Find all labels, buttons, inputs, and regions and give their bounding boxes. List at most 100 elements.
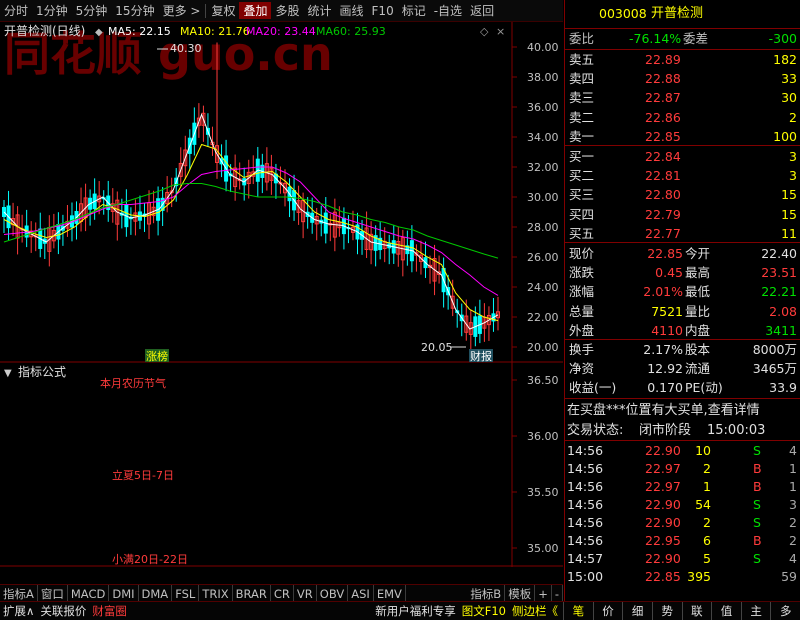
stat-value: 23.51 <box>761 265 797 281</box>
side-tab[interactable]: 笔 <box>563 602 593 620</box>
tick-count: 2 <box>789 515 797 530</box>
tick-row: 14:56 22.90 2 S 2 <box>565 513 800 532</box>
indicator-tab[interactable]: 模板 <box>505 585 536 602</box>
indicator-tab[interactable]: BRAR <box>233 585 271 602</box>
tick-count: 1 <box>789 461 797 476</box>
tick-count: 59 <box>781 569 797 584</box>
indicator-tab[interactable]: VR <box>294 585 317 602</box>
tb-fuquan[interactable]: 复权 <box>207 2 239 19</box>
fund-label: 股本 <box>685 342 711 357</box>
tb-5min[interactable]: 5分钟 <box>72 2 112 19</box>
tick-row: 14:57 22.90 5 S 4 <box>565 549 800 568</box>
quote-header: 003008 开普检测 <box>565 4 800 23</box>
bottom-related[interactable]: 关联报价 <box>37 602 89 620</box>
y-tick-label: 32.00 <box>527 161 559 174</box>
tick-price: 22.95 <box>645 533 681 548</box>
indicator-tab[interactable]: OBV <box>317 585 349 602</box>
tb-tongji[interactable]: 统计 <box>304 2 336 19</box>
indicator-tab[interactable]: DMI <box>109 585 139 602</box>
kline-chart[interactable]: 同花顺 guo.cn 开普检测(日线) ◆ MA5: 22.15 MA10: 2… <box>0 22 563 567</box>
indicator-title[interactable]: 指标公式 <box>18 364 66 379</box>
indicator-tab[interactable]: MACD <box>68 585 110 602</box>
y-tick-label: 24.00 <box>527 281 559 294</box>
y-tick-label: 40.00 <box>527 41 559 54</box>
indicator-tab[interactable]: DMA <box>139 585 173 602</box>
bottom-wealth[interactable]: 财富圈 <box>89 602 130 620</box>
side-tab[interactable]: 多 <box>770 602 800 620</box>
stat-value: 7521 <box>651 303 683 319</box>
buy-level[interactable]: 买二 22.81 3 <box>565 166 800 185</box>
tb-duogu[interactable]: 多股 <box>271 2 303 19</box>
tb-biaoji[interactable]: 标记 <box>398 2 430 19</box>
sell-level[interactable]: 卖一 22.85 100 <box>565 127 800 146</box>
stock-code[interactable]: 003008 <box>599 4 647 23</box>
sell-level[interactable]: 卖五 22.89 182 <box>565 50 800 69</box>
indicator-tab[interactable]: - <box>552 585 563 602</box>
side-tab[interactable]: 联 <box>681 602 712 620</box>
stat-value: 22.21 <box>761 284 797 300</box>
collapse-icon[interactable]: ▼ <box>4 368 12 379</box>
tb-back[interactable]: 返回 <box>466 2 498 19</box>
buy-level[interactable]: 买四 22.79 15 <box>565 205 800 224</box>
tb-diejia[interactable]: 叠加 <box>239 2 272 19</box>
weicha-label: 委差 <box>683 31 709 46</box>
indicator-tab[interactable]: EMV <box>374 585 406 602</box>
tb-1min[interactable]: 1分钟 <box>32 2 72 19</box>
tick-time: 15:00 <box>567 569 604 584</box>
side-tab[interactable]: 值 <box>711 602 741 620</box>
bottom-f10[interactable]: 图文F10 <box>459 602 509 620</box>
tb-fenshi[interactable]: 分时 <box>0 2 32 19</box>
stat-label: 总量 <box>569 303 595 319</box>
indicator-tab[interactable]: 指标B <box>467 585 506 602</box>
diamond-icon[interactable]: ◇ <box>480 25 489 38</box>
stat-label: 内盘 <box>685 322 711 338</box>
tick-row: 14:56 22.90 10 S 4 <box>565 441 800 460</box>
indicator-tab[interactable]: 指标A <box>0 585 38 602</box>
tick-volume: 6 <box>703 533 711 548</box>
indicator-tab[interactable]: ASI <box>348 585 374 602</box>
buy-level[interactable]: 买三 22.80 15 <box>565 185 800 204</box>
indicator-tab[interactable]: CR <box>271 585 294 602</box>
low-label: 20.05 <box>421 341 453 354</box>
level-label: 卖三 <box>569 90 595 106</box>
sell-level[interactable]: 卖三 22.87 30 <box>565 88 800 107</box>
tick-side: B <box>753 461 762 476</box>
tb-15min[interactable]: 15分钟 <box>111 2 158 19</box>
quote-panel: 003008 开普检测 委比 -76.14% 委差 -300 卖五 22.89 18… <box>564 0 800 602</box>
fund-value: 3465万 <box>752 361 797 377</box>
fund-value: 0.170 <box>647 380 683 396</box>
fund-label: 换手 <box>569 342 595 357</box>
buy-level[interactable]: 买五 22.77 11 <box>565 224 800 243</box>
indicator-tab[interactable]: 窗口 <box>38 585 68 602</box>
buy-level[interactable]: 买一 22.84 3 <box>565 147 800 166</box>
tb-zixuan[interactable]: -自选 <box>430 2 466 19</box>
side-tab[interactable]: 价 <box>592 602 623 620</box>
indicator-tab[interactable]: + <box>535 585 552 602</box>
close-icon[interactable]: × <box>496 25 505 38</box>
side-tab[interactable]: 主 <box>740 602 771 620</box>
tick-time: 14:56 <box>567 443 604 458</box>
notice[interactable]: 在买盘***位置有大买单,查看详情 <box>565 401 800 420</box>
bottom-expand[interactable]: 扩展∧ <box>0 602 37 620</box>
ind-note-3: 小满20日-22日 <box>112 553 188 566</box>
stock-name[interactable]: 开普检测 <box>651 4 703 23</box>
bottom-sidebar[interactable]: 侧边栏《 <box>509 602 561 620</box>
level-volume: 3 <box>789 168 797 184</box>
indicator-tab[interactable]: TRIX <box>199 585 233 602</box>
y-tick-label: 34.00 <box>527 131 559 144</box>
y-tick-label: 30.00 <box>527 191 559 204</box>
tick-count: 2 <box>789 533 797 548</box>
tb-f10[interactable]: F10 <box>368 4 398 18</box>
tb-huaxian[interactable]: 画线 <box>336 2 368 19</box>
indicator-tab[interactable]: FSL <box>172 585 200 602</box>
bottom-newuser[interactable]: 新用户福利专享 <box>372 602 459 620</box>
sell-level[interactable]: 卖四 22.88 33 <box>565 69 800 88</box>
side-tab[interactable]: 势 <box>651 602 682 620</box>
ma-toggle-icon[interactable]: ◆ <box>95 27 103 38</box>
tick-time: 14:56 <box>567 497 604 512</box>
tb-more[interactable]: 更多 > <box>159 2 205 19</box>
y-tick-label: 36.00 <box>527 101 559 114</box>
sell-level[interactable]: 卖二 22.86 2 <box>565 108 800 127</box>
level-label: 买三 <box>569 187 595 203</box>
side-tab[interactable]: 细 <box>622 602 652 620</box>
